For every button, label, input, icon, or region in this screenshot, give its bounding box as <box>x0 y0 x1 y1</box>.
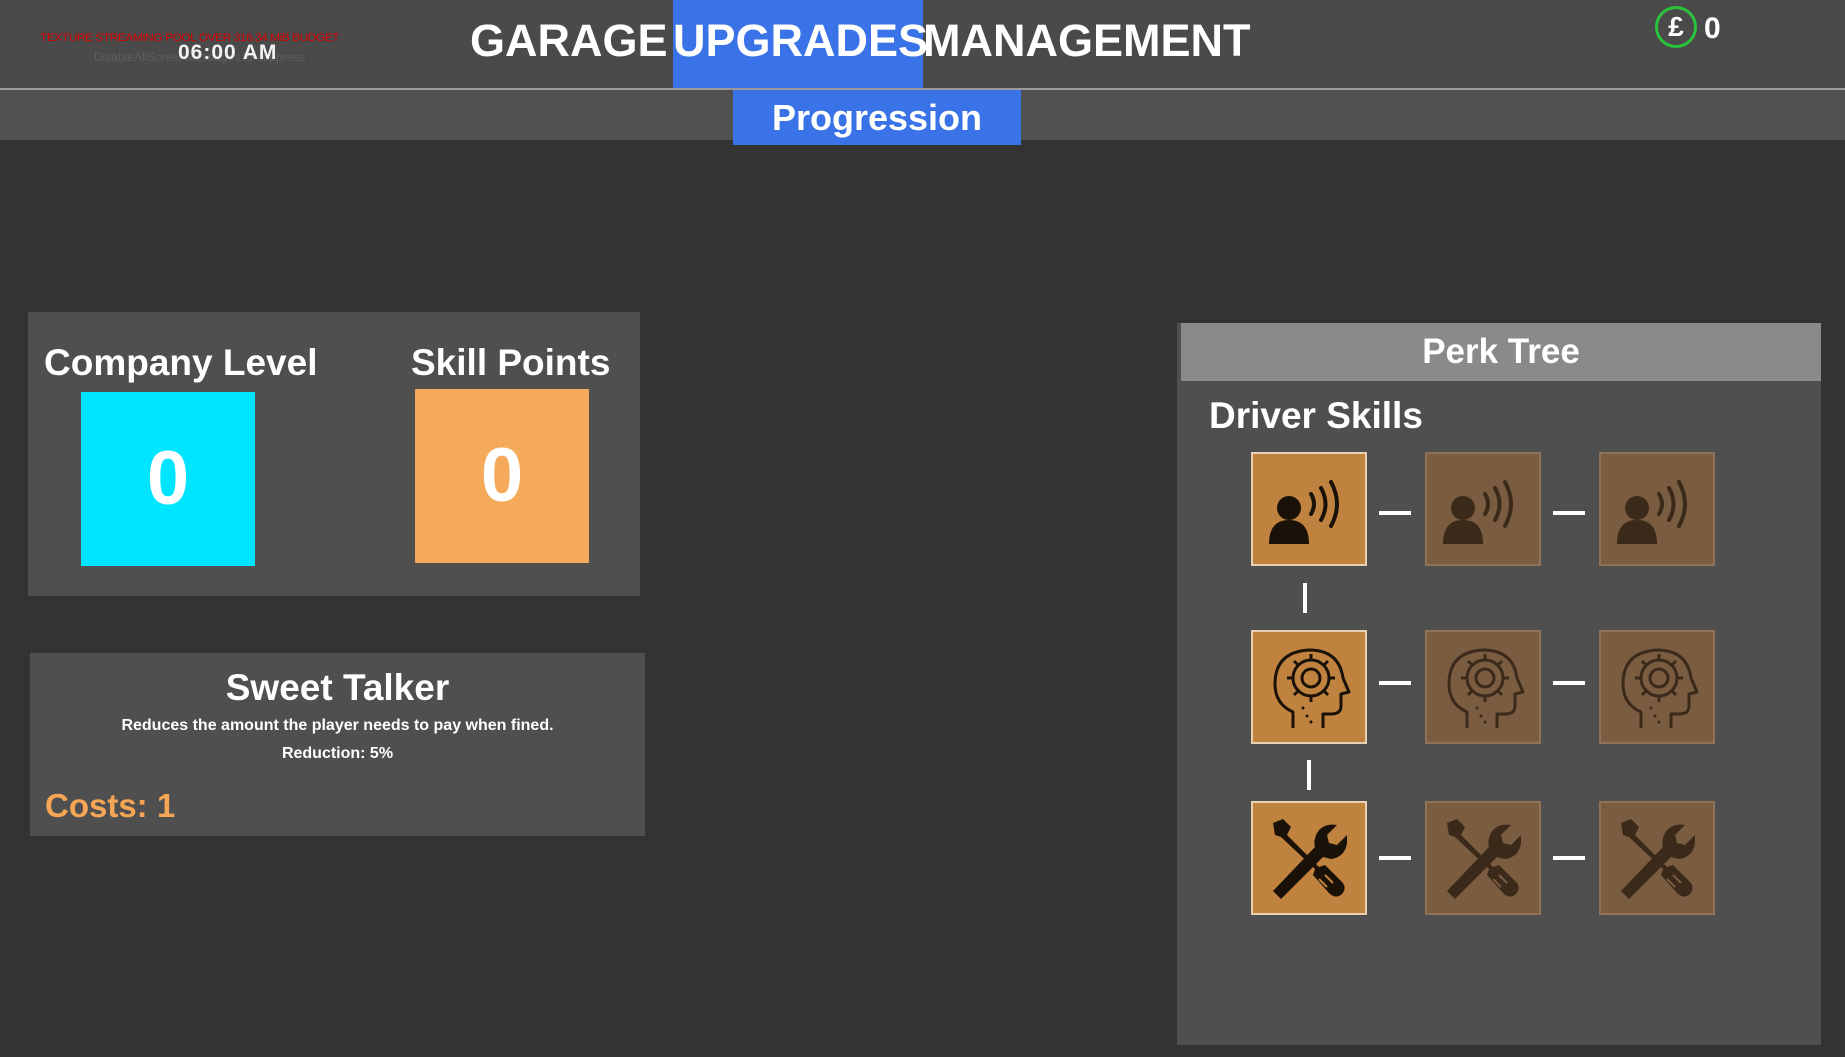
perk-node-repair-2[interactable] <box>1425 801 1541 915</box>
skill-points-label: Skill Points <box>411 342 611 383</box>
perk-node-mind-1[interactable] <box>1251 630 1367 744</box>
perk-cost: Costs: 1 <box>45 787 176 824</box>
wrench-screwdriver-icon <box>1447 819 1521 899</box>
person-talking-icon <box>1617 480 1687 544</box>
perk-category: Driver Skills <box>1209 395 1423 436</box>
perk-node-talker-3[interactable] <box>1599 452 1715 566</box>
perk-node-repair-3[interactable] <box>1599 801 1715 915</box>
stats-panel: Company Level 0 Skill Points 0 <box>28 312 640 596</box>
perk-description-panel: Sweet Talker Reduces the amount the play… <box>30 653 645 836</box>
head-gear-icon <box>1621 648 1699 728</box>
tree-connector <box>1553 511 1585 515</box>
tree-connector <box>1379 511 1411 515</box>
tree-connector <box>1553 681 1585 685</box>
tree-connector <box>1379 681 1411 685</box>
game-clock: 06:00 AM <box>178 41 278 64</box>
currency-icon: £ <box>1655 6 1697 48</box>
head-gear-icon <box>1273 648 1351 728</box>
perk-node-mind-3[interactable] <box>1599 630 1715 744</box>
perk-node-talker-1[interactable] <box>1251 452 1367 566</box>
tree-connector <box>1379 856 1411 860</box>
tab-garage[interactable]: GARAGE <box>470 0 668 88</box>
money-amount: 0 <box>1704 12 1721 45</box>
perk-node-talker-2[interactable] <box>1425 452 1541 566</box>
tree-connector <box>1553 856 1585 860</box>
company-level-value: 0 <box>81 392 255 566</box>
perk-tree-title: Perk Tree <box>1181 323 1821 381</box>
subtab-progression[interactable]: Progression <box>733 90 1021 145</box>
person-talking-icon <box>1269 480 1339 544</box>
tree-connector <box>1303 583 1307 613</box>
perk-description: Reduces the amount the player needs to p… <box>121 717 554 734</box>
top-bar: TEXTURE STREAMING POOL OVER 316.34 MiB B… <box>0 0 1845 90</box>
tree-connector <box>1307 760 1311 790</box>
tab-upgrades[interactable]: UPGRADES <box>673 0 928 88</box>
perk-name: Sweet Talker <box>225 667 450 708</box>
perk-effect: Reduction: 5% <box>281 745 394 762</box>
perk-node-mind-2[interactable] <box>1425 630 1541 744</box>
tab-management[interactable]: MANAGEMENT <box>923 0 1250 88</box>
skill-points-value: 0 <box>415 389 589 563</box>
wrench-screwdriver-icon <box>1621 819 1695 899</box>
wrench-screwdriver-icon <box>1273 819 1347 899</box>
person-talking-icon <box>1443 480 1513 544</box>
company-level-label: Company Level <box>44 342 318 383</box>
perk-tree-panel: Perk Tree Driver Skills <box>1177 323 1821 1045</box>
head-gear-icon <box>1447 648 1525 728</box>
perk-node-repair-1[interactable] <box>1251 801 1367 915</box>
